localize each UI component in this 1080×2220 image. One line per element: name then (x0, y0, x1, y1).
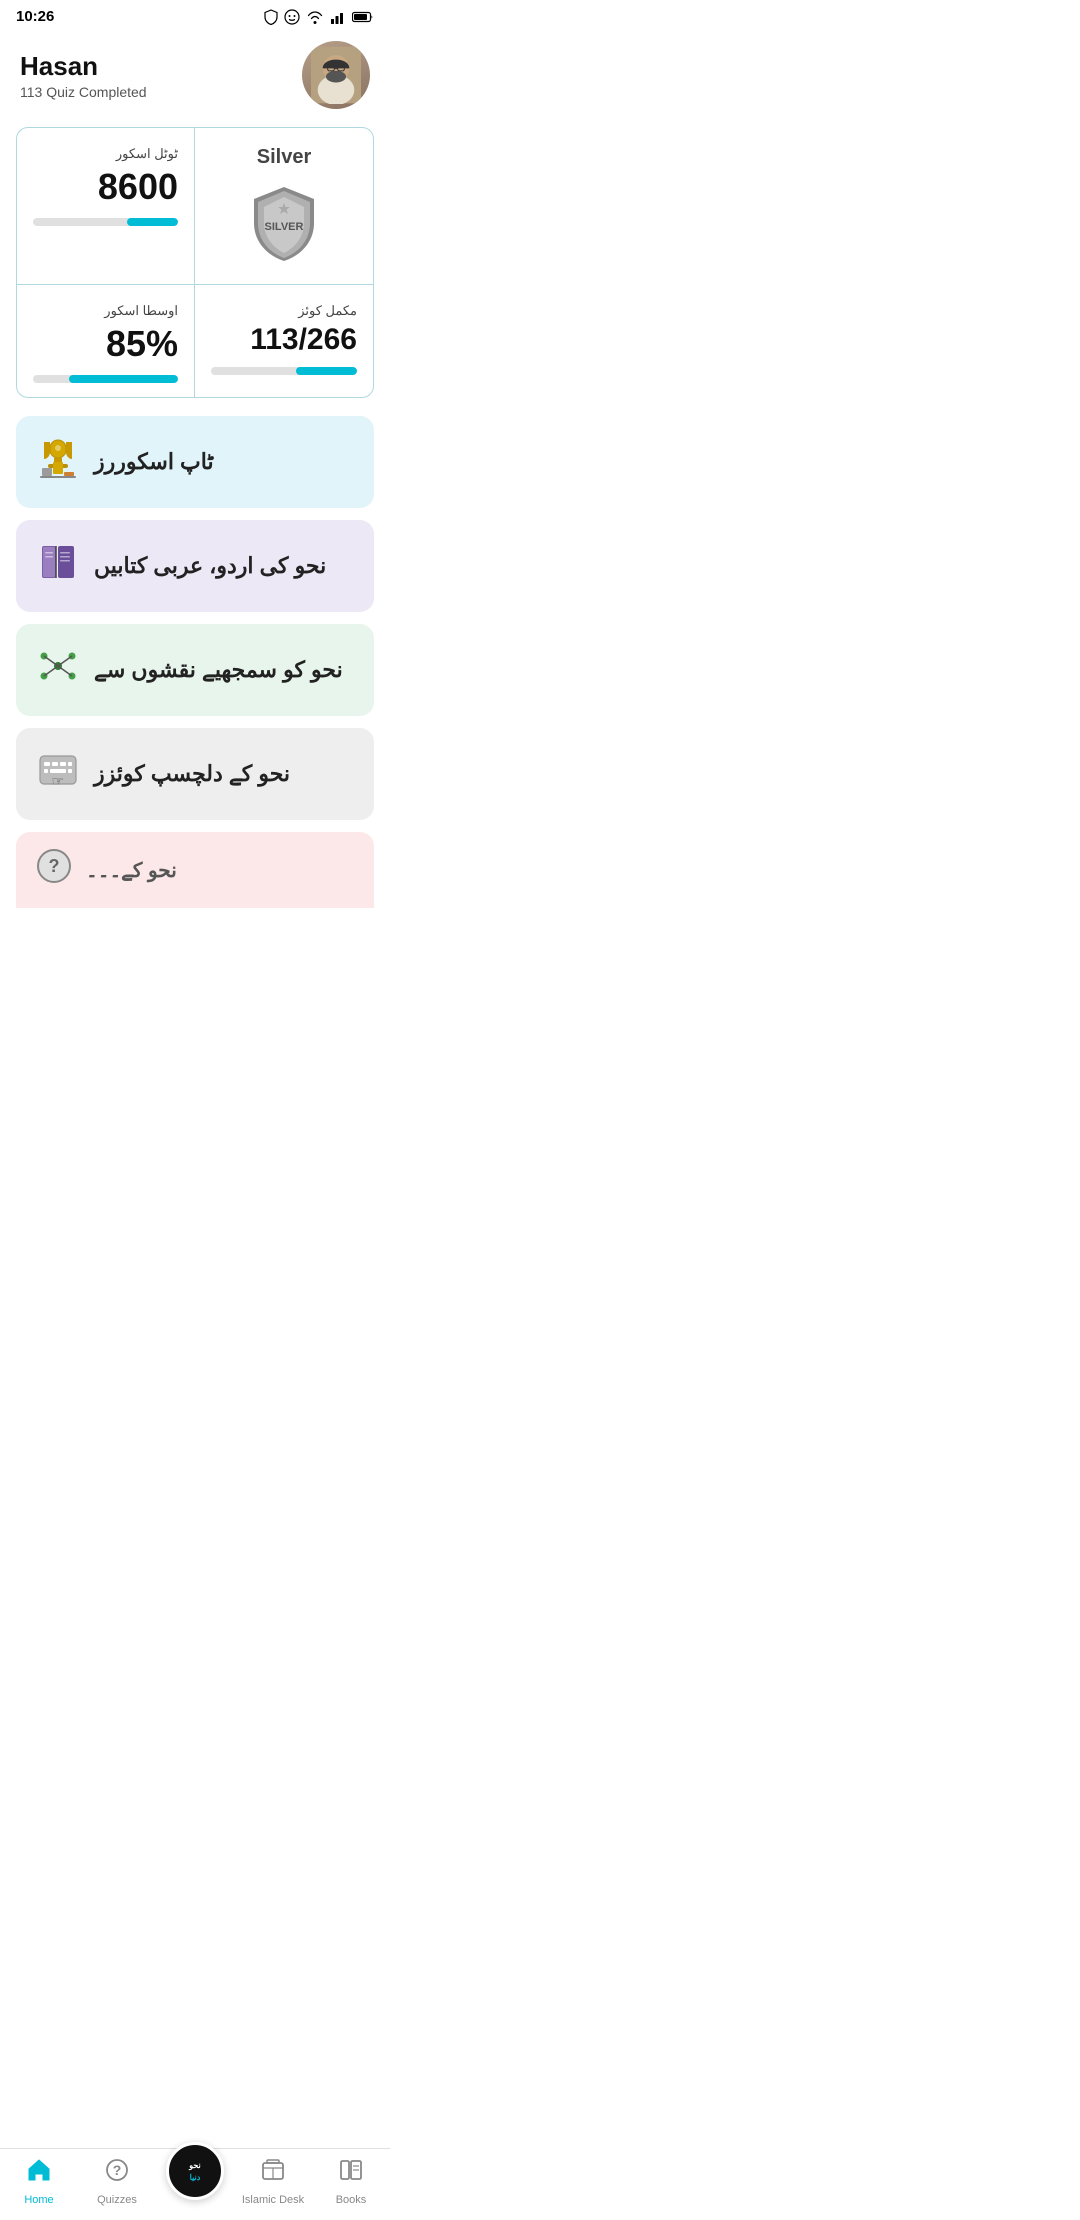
nav-item-books[interactable]: Books (312, 2157, 390, 2206)
shield-icon (264, 9, 278, 25)
user-name: Hasan (20, 51, 147, 82)
home-icon (26, 2157, 52, 2190)
book-icon (36, 540, 80, 592)
header: Hasan 113 Quiz Completed (0, 31, 390, 127)
menu-item-partial[interactable]: نحو کے۔۔۔ ? (16, 832, 374, 908)
menu-item-diagrams[interactable]: نحو کو سمجھیے نقشوں سے (16, 624, 374, 716)
nav-books-label: Books (336, 2194, 367, 2206)
total-score-progress-bar (33, 218, 178, 226)
stat-total-score: ٹوٹل اسکور 8600 (17, 128, 195, 285)
status-bar: 10:26 (0, 0, 390, 31)
avg-score-progress-fill (69, 375, 178, 383)
help-icon: ? (36, 848, 72, 892)
completed-progress-bar (211, 367, 357, 375)
bottom-spacer (0, 908, 390, 998)
nav-center-circle: نحو دنیا (166, 2142, 224, 2200)
svg-text:?: ? (113, 2162, 122, 2178)
stats-grid: ٹوٹل اسکور 8600 Silver SILVER (16, 127, 374, 398)
silver-badge: SILVER (248, 183, 320, 265)
total-score-label: ٹوٹل اسکور (33, 146, 178, 162)
menu-item-interesting-quizzes[interactable]: نحو کے دلچسپ کوئزز ☞ (16, 728, 374, 820)
completed-value: 113/266 (211, 323, 357, 357)
total-score-progress-fill (127, 218, 178, 226)
menu-item-books-text: نحو کی اردو، عربی کتابیں (94, 553, 326, 579)
avatar (302, 41, 370, 109)
nav-center[interactable]: نحو دنیا (156, 2164, 234, 2200)
menu-item-interesting-quizzes-text: نحو کے دلچسپ کوئزز (94, 761, 290, 787)
status-icons (264, 9, 374, 25)
badge-shield: SILVER (248, 183, 320, 265)
trophy-icon (36, 436, 80, 488)
avg-score-label: اوسطا اسکور (33, 303, 178, 319)
avatar-image (302, 41, 370, 109)
network-icon (36, 644, 80, 696)
svg-text:?: ? (49, 856, 60, 876)
stat-avg-score: اوسطا اسکور 85% (17, 285, 195, 397)
signal-icon (330, 10, 346, 24)
status-time: 10:26 (16, 8, 54, 25)
svg-text:☞: ☞ (51, 773, 64, 789)
books-nav-icon (338, 2157, 364, 2190)
quiz-count: 113 Quiz Completed (20, 84, 147, 100)
stat-completed: مکمل کوئز 113/266 (195, 285, 373, 397)
menu-item-diagrams-text: نحو کو سمجھیے نقشوں سے (94, 657, 343, 683)
nav-item-home[interactable]: Home (0, 2157, 78, 2206)
total-score-value: 8600 (33, 166, 178, 208)
svg-text:نحو: نحو (188, 2161, 201, 2171)
nav-item-islamic-desk[interactable]: Islamic Desk (234, 2157, 312, 2206)
completed-label: مکمل کوئز (211, 303, 357, 319)
menu-item-books[interactable]: نحو کی اردو، عربی کتابیں (16, 520, 374, 612)
quiz-icon: ☞ (36, 748, 80, 800)
menu-item-top-scorers[interactable]: ٹاپ اسکوررز (16, 416, 374, 508)
nav-quizzes-label: Quizzes (97, 2194, 137, 2206)
avatar-svg (311, 46, 361, 104)
avg-score-value: 85% (33, 323, 178, 365)
nav-islamic-desk-label: Islamic Desk (242, 2194, 304, 2206)
menu-item-partial-text: نحو کے۔۔۔ (86, 858, 177, 883)
quiz-nav-icon: ? (104, 2157, 130, 2190)
badge-svg: SILVER (248, 183, 320, 265)
menu-item-top-scorers-text: ٹاپ اسکوررز (94, 449, 214, 475)
nav-home-label: Home (24, 2194, 53, 2206)
completed-progress-fill (296, 367, 357, 375)
svg-text:دنیا: دنیا (190, 2173, 201, 2182)
stat-level: Silver SILVER (195, 128, 373, 285)
avg-score-progress-bar (33, 375, 178, 383)
logo-icon: نحو دنیا (170, 2146, 220, 2196)
wifi-icon (306, 10, 324, 24)
islamic-desk-icon (260, 2157, 286, 2190)
menu-section: ٹاپ اسکوررز نحو کی (0, 416, 390, 820)
level-label: Silver (211, 146, 357, 169)
header-info: Hasan 113 Quiz Completed (20, 51, 147, 100)
svg-text:SILVER: SILVER (265, 221, 304, 233)
face-icon (284, 9, 300, 25)
bottom-nav: Home ? Quizzes نحو دنیا (0, 2148, 390, 2220)
nav-item-quizzes[interactable]: ? Quizzes (78, 2157, 156, 2206)
battery-icon (352, 11, 374, 23)
